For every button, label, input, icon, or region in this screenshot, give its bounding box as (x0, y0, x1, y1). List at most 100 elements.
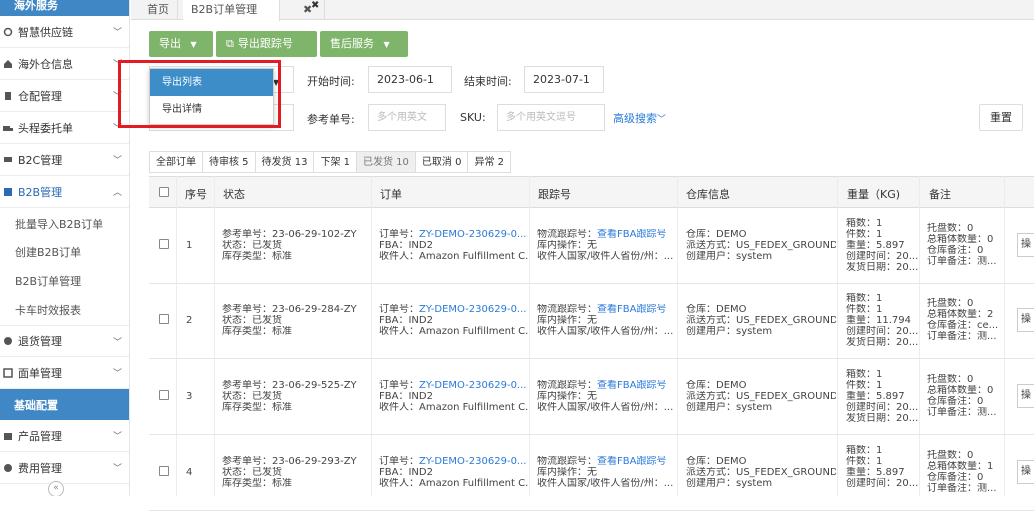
table-row: 3 参考单号：23-06-29-525-ZY 状态：已发货 库存类型：标准 订单号：ZY… (149, 360, 1034, 435)
remark-line: 托盘数：0 (927, 450, 974, 461)
tab-close-all[interactable]: ✖ (291, 0, 326, 20)
order-no-link[interactable]: ZY-DEMO-230629-0... (419, 456, 526, 467)
status-line: 库存类型：标准 (222, 326, 292, 337)
sidebar-section-label: 海外服务 (14, 0, 58, 12)
row-action-button[interactable]: 操 (1017, 308, 1034, 332)
sidebar-subitem-report[interactable]: 卡车时效报表 (0, 296, 129, 324)
order-no-label: 订单号： (379, 229, 419, 240)
table-row: 1 参考单号：23-06-29-102-ZY 状态：已发货 库存类型：标准 订单号：ZY… (149, 209, 1034, 284)
list-icon (3, 187, 13, 197)
status-tab-all[interactable]: 全部订单 (149, 151, 203, 173)
tracking-line: 物流跟踪号：查看FBA跟踪号 (537, 229, 677, 240)
highlight-box (118, 60, 281, 128)
tracking-line: 收件人国家/收件人省份/州：... (537, 478, 674, 489)
start-time-input[interactable]: 2023-06-1 (368, 66, 452, 93)
row-no: 2 (186, 315, 193, 326)
sidebar-item-label: B2C管理 (18, 153, 63, 167)
status-tab-unshelved[interactable]: 下架 1 (314, 151, 357, 173)
header-weight: 重量（KG) (847, 188, 901, 201)
start-time-label: 开始时间: (307, 75, 355, 88)
after-sales-button[interactable]: 售后服务 ▼ (320, 31, 408, 57)
sidebar-subitem-create[interactable]: 创建B2B订单 (0, 238, 129, 266)
weight-line: 创建时间：20... (846, 402, 918, 413)
view-fba-tracking-link[interactable]: 查看FBA跟踪号 (597, 380, 666, 391)
label-icon (3, 367, 13, 378)
weight-line: 箱数：1 (846, 369, 883, 380)
row-action-button[interactable]: 操 (1017, 233, 1034, 257)
sidebar-subitem-label: 卡车时效报表 (15, 304, 81, 317)
view-fba-tracking-link[interactable]: 查看FBA跟踪号 (597, 456, 666, 467)
tab-bar: 首页 B2B订单管理 ✖ ✖ (131, 0, 1034, 21)
sidebar-item-b2b[interactable]: B2B管理 ︿ (0, 176, 129, 208)
sidebar-item-products[interactable]: 产品管理 ﹀ (0, 420, 129, 452)
order-line: 订单号：ZY-DEMO-230629-0... (379, 229, 529, 240)
sku-input[interactable]: 多个用英文逗号 (497, 104, 605, 131)
advanced-search-link[interactable]: 高级搜索﹀ (613, 110, 666, 126)
sidebar-item-warehouse-info[interactable]: 海外仓信息 ﹀ (0, 48, 129, 80)
status-line: 库存类型：标准 (222, 251, 292, 262)
chevron-down-icon: ﹀ (657, 115, 667, 125)
view-fba-tracking-link[interactable]: 查看FBA跟踪号 (597, 229, 666, 240)
status-tab-shipped[interactable]: 已发货 10 (357, 151, 416, 173)
close-icon: ✖ (303, 3, 313, 16)
sku-label: SKU: (460, 111, 486, 124)
chevron-down-icon: ﹀ (112, 156, 122, 166)
row-checkbox[interactable] (159, 239, 169, 249)
export-tracking-button[interactable]: ⧉ 导出跟踪号 (216, 31, 317, 57)
row-checkbox[interactable] (159, 314, 169, 324)
sidebar-item-label: 产品管理 (18, 429, 62, 443)
export-label: 导出 (159, 37, 181, 50)
sidebar-section-overseas[interactable]: 海外服务 (0, 0, 129, 16)
weight-line: 重量：5.897 (846, 240, 905, 251)
header-warehouse: 仓库信息 (686, 188, 730, 201)
tracking-line: 物流跟踪号：查看FBA跟踪号 (537, 380, 677, 391)
advanced-search-label: 高级搜索 (613, 112, 657, 125)
weight-line: 重量：5.897 (846, 467, 905, 478)
order-no-link[interactable]: ZY-DEMO-230629-0... (419, 304, 526, 315)
sidebar-item-firstleg[interactable]: 头程委托单 ﹀ (0, 112, 129, 144)
tab-home[interactable]: 首页 (139, 0, 178, 20)
sidebar-section-config[interactable]: 基础配置 (0, 389, 129, 420)
export-button[interactable]: 导出 ▼ (149, 31, 213, 57)
weight-line: 发货日期：20... (846, 413, 918, 424)
weight-line: 创建时间：20... (846, 251, 918, 262)
warehouse-line: 仓库：DEMO (686, 229, 747, 240)
tracking-line: 库内操作：无 (537, 467, 597, 478)
row-no: 4 (186, 467, 193, 478)
status-tab-cancelled[interactable]: 已取消 0 (415, 151, 469, 173)
box-icon (3, 431, 13, 441)
end-time-input[interactable]: 2023-07-1 (524, 66, 604, 93)
row-action-button[interactable]: 操 (1017, 460, 1034, 484)
remark-line: 仓库备注：0 (927, 472, 984, 483)
sidebar-item-distribution[interactable]: 仓配管理 ﹀ (0, 80, 129, 112)
order-no-link[interactable]: ZY-DEMO-230629-0... (419, 229, 526, 240)
status-tab-pending-review[interactable]: 待审核 5 (203, 151, 256, 173)
sidebar-item-labels[interactable]: 面单管理 ﹀ (0, 357, 129, 389)
order-no-link[interactable]: ZY-DEMO-230629-0... (419, 380, 526, 391)
row-action-button[interactable]: 操 (1017, 384, 1034, 408)
ref-no-input[interactable]: 多个用英文 (368, 104, 446, 131)
sidebar-item-b2c[interactable]: B2C管理 ﹀ (0, 144, 129, 176)
status-line: 状态：已发货 (222, 467, 282, 478)
status-tab-exception[interactable]: 异常 2 (468, 151, 511, 173)
view-fba-tracking-link[interactable]: 查看FBA跟踪号 (597, 304, 666, 315)
sidebar-item-fees[interactable]: 费用管理 ﹀ (0, 452, 129, 484)
row-checkbox[interactable] (159, 390, 169, 400)
tab-b2b-orders[interactable]: B2B订单管理 ✖ (183, 0, 319, 21)
reset-button[interactable]: 重置 (979, 104, 1023, 131)
status-line: 状态：已发货 (222, 315, 282, 326)
status-line: 参考单号：23-06-29-284-ZY (222, 304, 357, 315)
sidebar-subitem-import[interactable]: 批量导入B2B订单 (0, 210, 129, 238)
tracking-label: 物流跟踪号： (537, 304, 597, 315)
header-tracking: 跟踪号 (538, 188, 571, 201)
sidebar-item-label: 头程委托单 (18, 121, 73, 135)
sidebar-item-returns[interactable]: 退货管理 ﹀ (0, 325, 129, 357)
sidebar-subitem-manage[interactable]: B2B订单管理 (0, 267, 129, 295)
chevron-down-icon: ﹀ (112, 432, 122, 442)
sidebar-collapse-button[interactable]: « (48, 481, 64, 496)
status-tab-pending-ship[interactable]: 待发货 13 (255, 151, 315, 173)
select-all-checkbox[interactable] (159, 187, 169, 197)
remark-line: 订单备注：测... (927, 331, 997, 342)
sidebar-item-supply-chain[interactable]: 智慧供应链 ﹀ (0, 16, 129, 48)
row-checkbox[interactable] (159, 466, 169, 476)
